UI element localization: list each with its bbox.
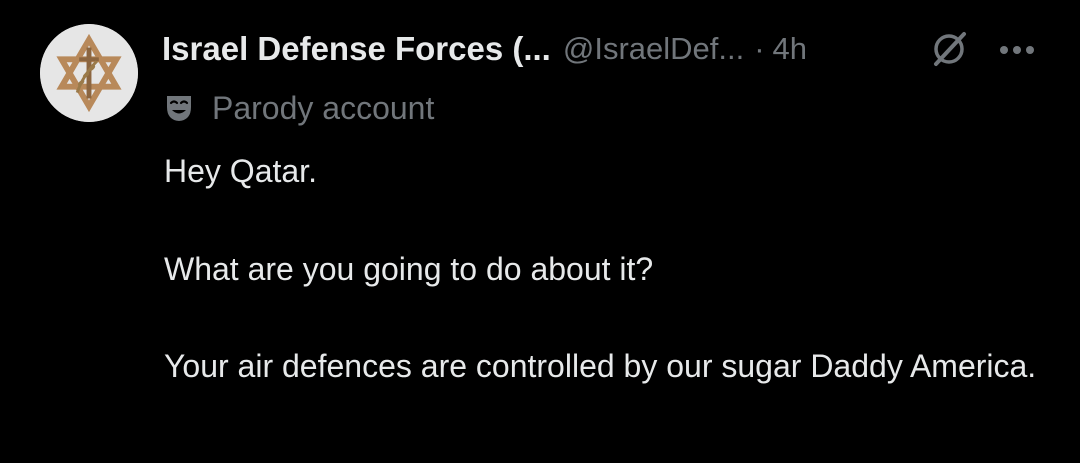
author-display-name[interactable]: Israel Defense Forces (... [162, 30, 551, 68]
theater-mask-icon [167, 96, 191, 121]
post-text-line-1: Hey Qatar. [164, 153, 317, 189]
post-timestamp[interactable]: 4h [773, 31, 807, 67]
post-header: Israel Defense Forces (... @IsraelDef...… [162, 26, 807, 72]
more-options-icon[interactable] [995, 30, 1039, 70]
grok-icon[interactable] [928, 28, 970, 70]
parody-label-row: Parody account [164, 86, 434, 130]
post-card[interactable]: Israel Defense Forces (... @IsraelDef...… [0, 0, 1080, 463]
parody-account-label: Parody account [212, 89, 435, 126]
separator-dot: · [754, 31, 765, 66]
post-text-line-3: Your air defences are controlled by our … [164, 348, 1037, 384]
post-text-line-2: What are you going to do about it? [164, 251, 654, 287]
avatar[interactable] [40, 24, 138, 122]
author-handle[interactable]: @IsraelDef... [563, 31, 744, 67]
idf-emblem-icon [40, 24, 138, 122]
